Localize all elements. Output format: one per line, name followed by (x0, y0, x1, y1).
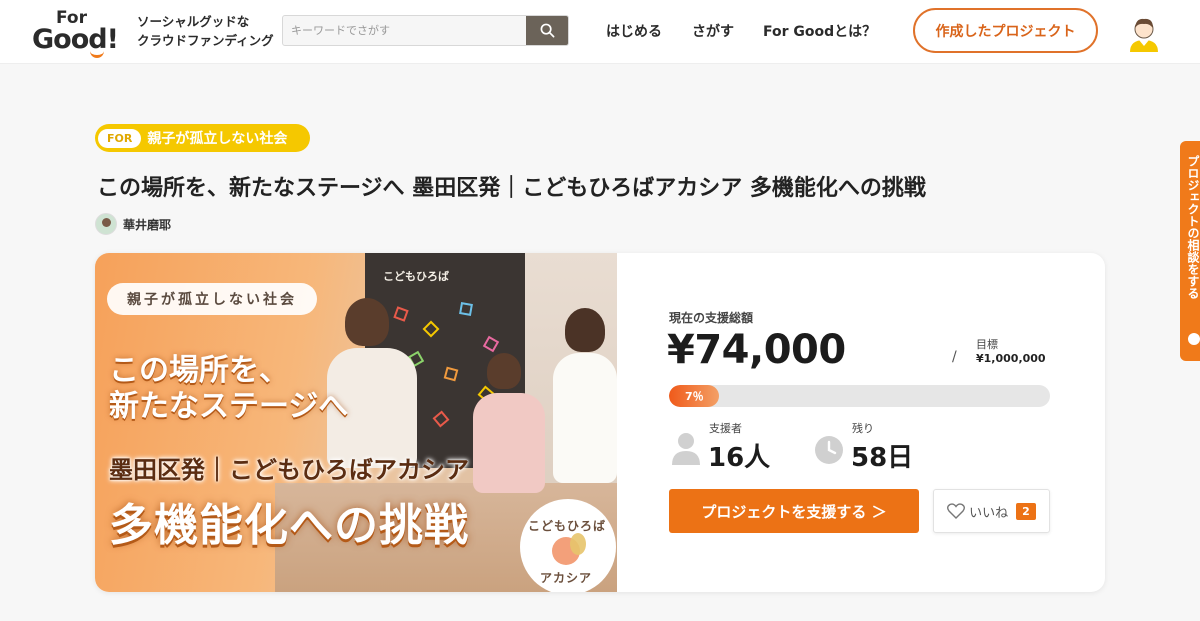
badge-bottom-text: アカシア (540, 571, 593, 585)
total-amount: ¥74,000 (667, 327, 846, 373)
board-shape (432, 410, 450, 428)
hero-board-text: こどもひろば (383, 270, 449, 283)
project-title: この場所を、新たなステージへ 墨田区発｜こどもひろばアカシア 多機能化への挑戦 (97, 176, 926, 201)
clock-icon (815, 436, 843, 464)
board-shape (482, 335, 500, 353)
nav-start[interactable]: はじめる (606, 21, 662, 41)
search-icon (540, 23, 554, 38)
remaining-label: 残り (852, 422, 874, 435)
side-tab-label: プロジェクトの相談をする (1186, 155, 1200, 299)
like-count: 2 (1016, 502, 1036, 520)
site-header: For Good! ソーシャルグッドな クラウドファンディング はじめる さがす… (0, 0, 1200, 64)
nav-search[interactable]: さがす (692, 21, 734, 41)
user-avatar-icon[interactable] (1124, 12, 1164, 52)
progress-bar: 7％ (669, 385, 1050, 407)
board-shape (393, 306, 409, 322)
supporters-label: 支援者 (709, 422, 742, 435)
hero-person-head (565, 308, 605, 352)
hero-headline-2: 新たなステージへ (109, 389, 349, 424)
for-good-logo[interactable]: For Good! (32, 6, 124, 58)
goal-label: 目標 (976, 338, 998, 351)
created-projects-button[interactable]: 作成したプロジェクト (913, 8, 1098, 53)
supporter-icon (672, 433, 700, 465)
remaining-days: 58日 (851, 443, 914, 473)
progress-percent: 7％ (685, 390, 704, 403)
hero-child-head (487, 353, 521, 389)
logo-good-text: Good! (32, 24, 119, 55)
board-shape (443, 366, 459, 382)
acacia-logo-badge: こどもひろば アカシア (520, 499, 616, 592)
hero-person-body (553, 353, 617, 483)
hero-theme-pill: 親子が孤立しない社会 (107, 283, 317, 315)
tagline-line-1: ソーシャルグッドな (137, 14, 250, 29)
project-card: こどもひろば 親子が孤立しない社会 この場所を、 新たなステージへ 墨田区発｜こ… (95, 253, 1105, 592)
side-tab-dot (1188, 333, 1200, 345)
search-input[interactable] (283, 16, 528, 45)
badge-leaf-art (570, 533, 586, 555)
badge-top-text: こどもひろば (528, 519, 607, 533)
nav-about[interactable]: For Goodとは？ (763, 21, 876, 41)
supporters-count: 16人 (708, 443, 771, 473)
theme-for-badge: FOR (98, 128, 142, 148)
search-box (282, 15, 569, 46)
hero-child-body (473, 393, 545, 493)
total-label: 現在の支援総額 (669, 311, 754, 325)
goal-separator: / (952, 349, 957, 365)
goal-amount: ¥1,000,000 (976, 352, 1046, 365)
logo-smile-mark (90, 51, 104, 58)
owner-avatar (95, 213, 117, 235)
like-button[interactable]: いいね 2 (933, 489, 1050, 533)
like-label: いいね (969, 505, 1009, 521)
search-button[interactable] (526, 16, 568, 45)
hero-person-head (345, 298, 389, 346)
tagline-line-2: クラウドファンディング (137, 33, 274, 48)
funding-stats: 現在の支援総額 ¥74,000 / 目標 ¥1,000,000 7％ 支援者 1… (617, 253, 1105, 592)
owner-name: 華井磨耶 (123, 217, 172, 232)
heart-icon (947, 503, 966, 519)
theme-label: 親子が孤立しない社会 (147, 131, 288, 147)
site-tagline: ソーシャルグッドな クラウドファンディング (137, 12, 274, 50)
consult-side-tab[interactable]: プロジェクトの相談をする (1180, 141, 1200, 361)
board-shape (459, 302, 473, 316)
hero-headline-1: この場所を、 (109, 353, 289, 388)
theme-tag[interactable]: FOR 親子が孤立しない社会 (95, 124, 310, 152)
support-project-button[interactable]: プロジェクトを支援する ＞ (669, 489, 919, 533)
board-shape (422, 320, 440, 338)
hero-headline-main: 多機能化への挑戦 (109, 500, 469, 551)
project-owner[interactable]: 華井磨耶 (95, 213, 171, 235)
hero-subheadline: 墨田区発｜こどもひろばアカシア (109, 456, 469, 484)
project-hero-image: こどもひろば 親子が孤立しない社会 この場所を、 新たなステージへ 墨田区発｜こ… (95, 253, 617, 592)
